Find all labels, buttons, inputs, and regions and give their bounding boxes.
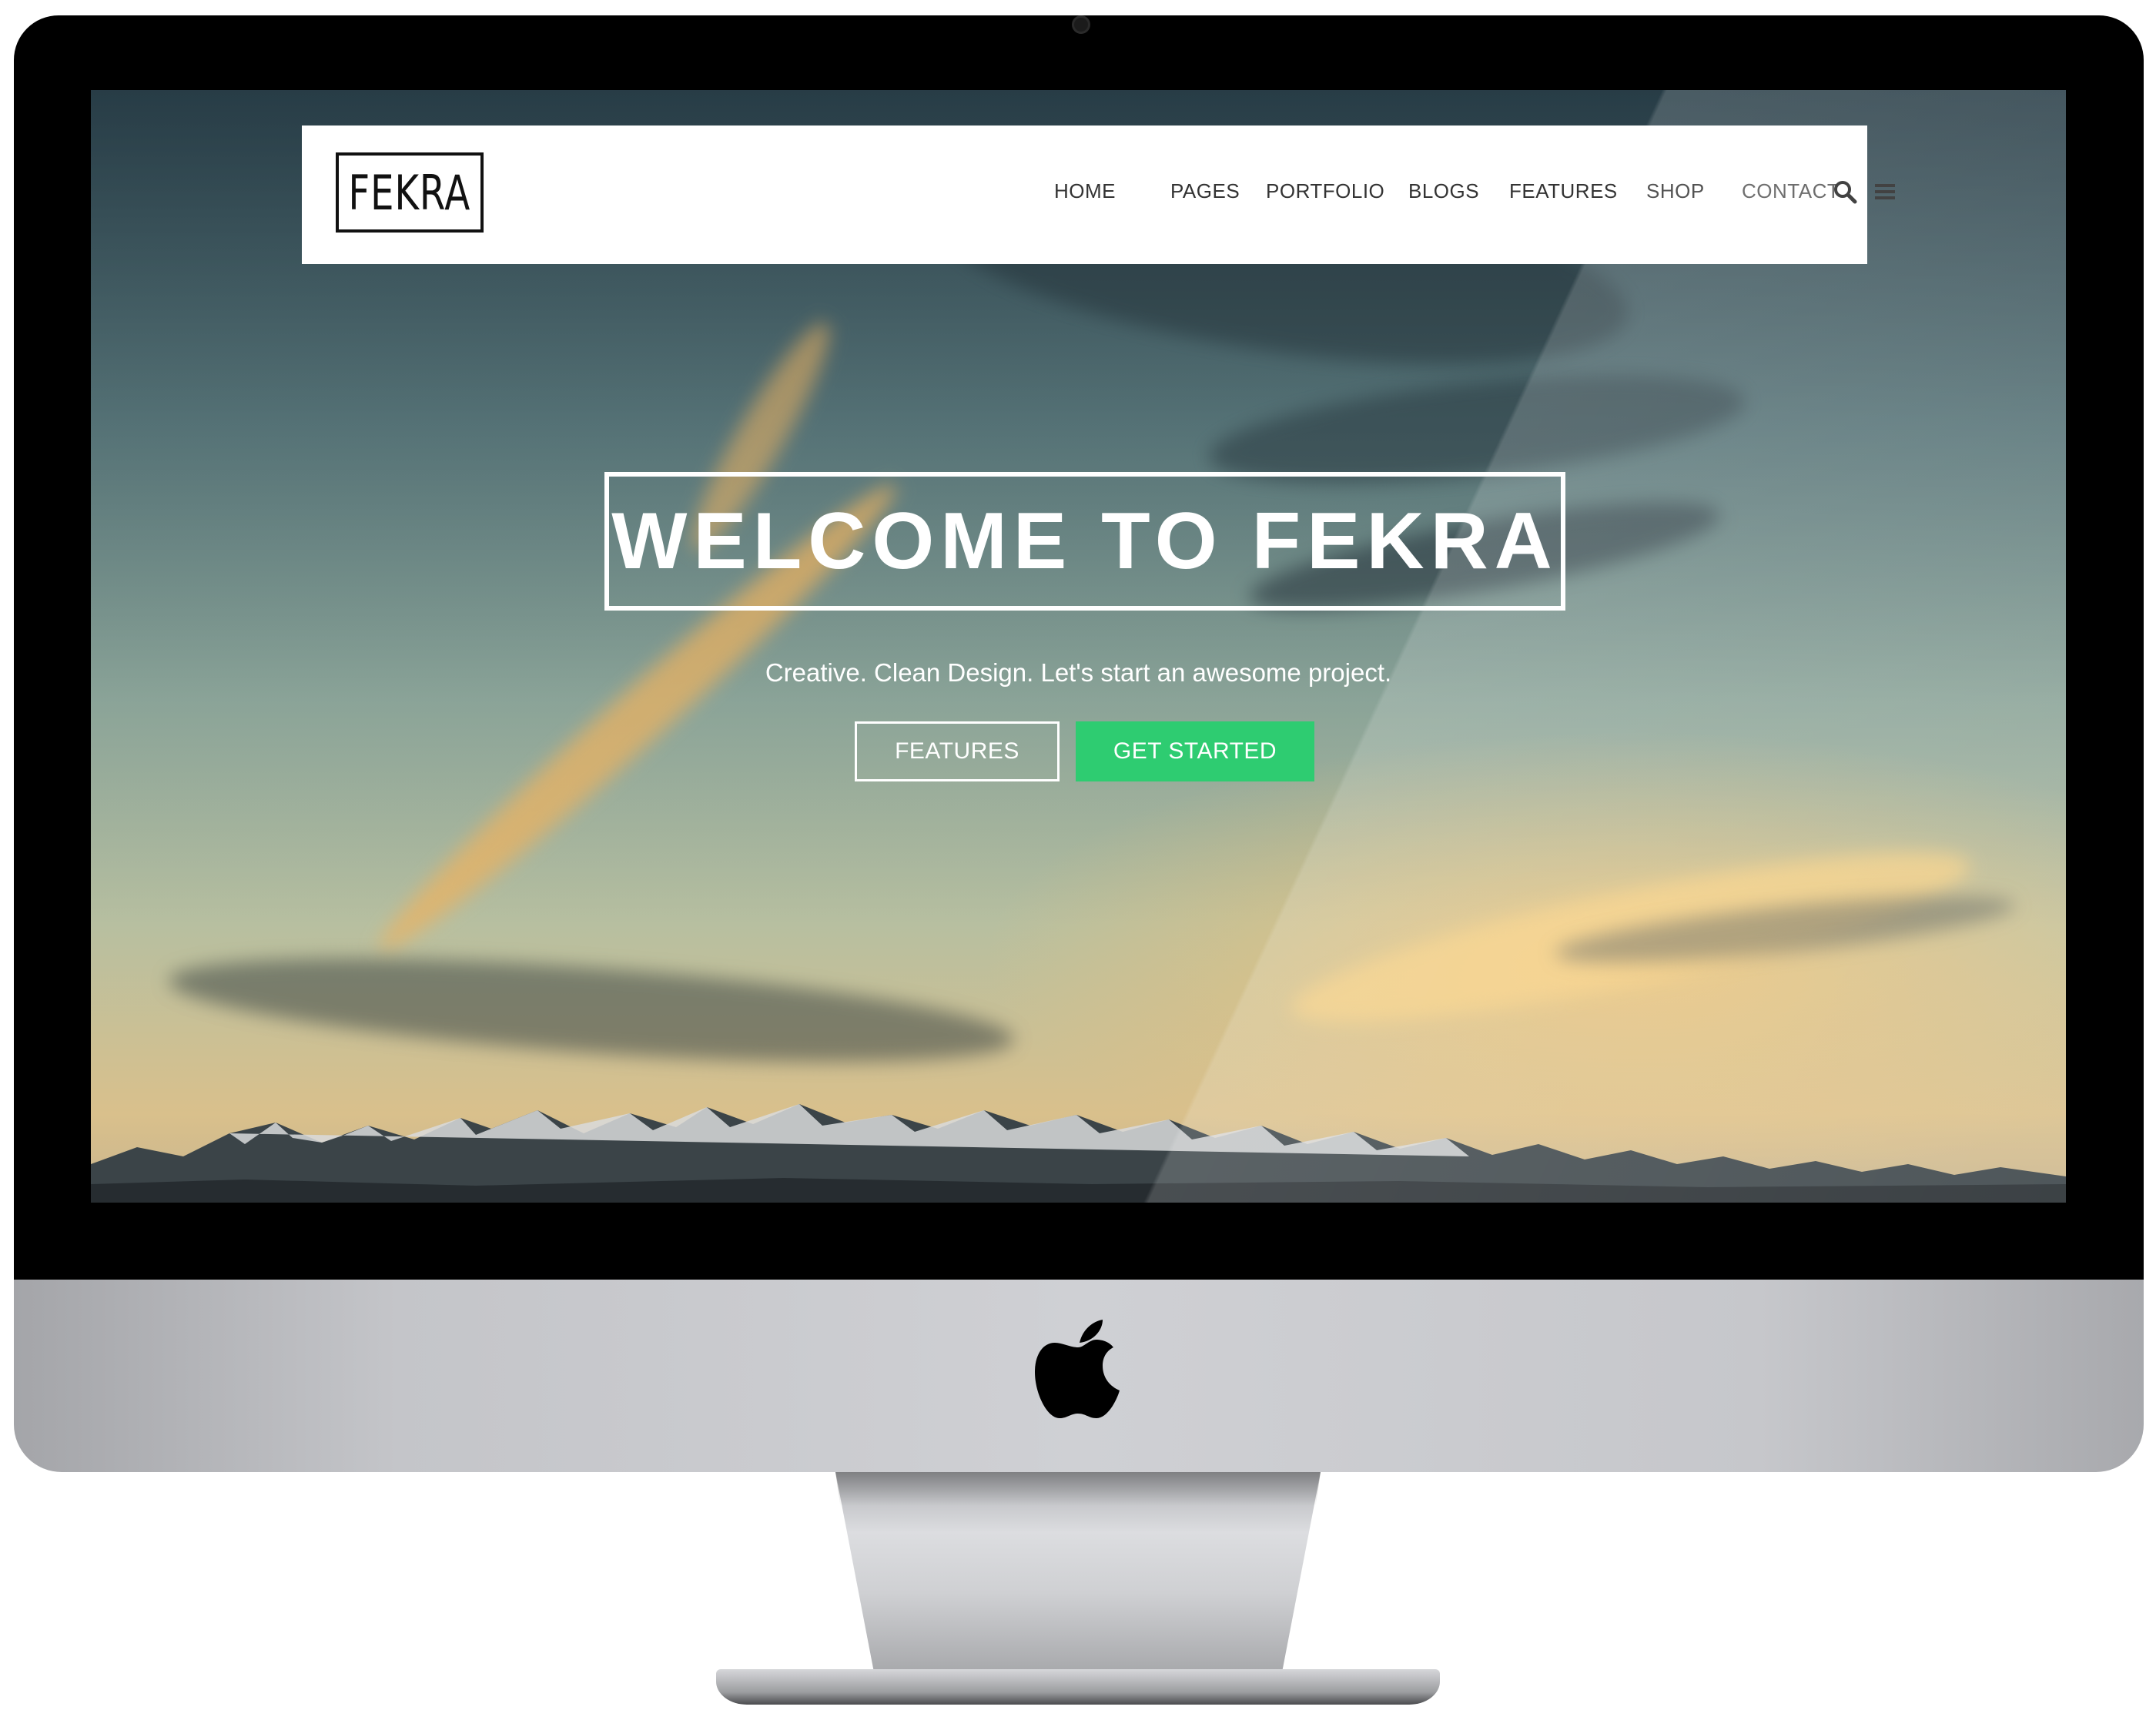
stand-shadow (835, 1472, 1321, 1506)
hero-title: WELCOME TO FEKRA (611, 496, 1558, 586)
nav-item-contact[interactable]: CONTACT (1742, 179, 1840, 203)
nav-item-features[interactable]: FEATURES (1509, 179, 1618, 203)
site-logo[interactable]: FEKRA (336, 152, 484, 233)
get-started-button[interactable]: GET STARTED (1076, 721, 1314, 781)
hero-subtitle: Creative. Clean Design. Let's start an a… (765, 658, 1392, 687)
apple-logo-icon (1035, 1320, 1120, 1418)
nav-item-shop[interactable]: SHOP (1646, 179, 1705, 203)
monitor-foot (716, 1669, 1440, 1705)
webcam (1072, 15, 1090, 34)
mountain-range (91, 1104, 2066, 1203)
search-icon[interactable] (1833, 179, 1857, 204)
features-button[interactable]: FEATURES (855, 721, 1060, 781)
nav-item-home[interactable]: HOME (1054, 179, 1116, 203)
nav-item-portfolio[interactable]: PORTFOLIO (1266, 179, 1384, 203)
nav-item-pages[interactable]: PAGES (1170, 179, 1240, 203)
screen: FEKRA HOME PAGES PORTFOLIO BLOGS FEATURE… (91, 90, 2066, 1203)
hero-title-box: WELCOME TO FEKRA (604, 472, 1565, 611)
navbar: FEKRA HOME PAGES PORTFOLIO BLOGS FEATURE… (302, 125, 1895, 264)
hamburger-menu-icon[interactable] (1873, 179, 1897, 204)
nav-item-blogs[interactable]: BLOGS (1408, 179, 1479, 203)
